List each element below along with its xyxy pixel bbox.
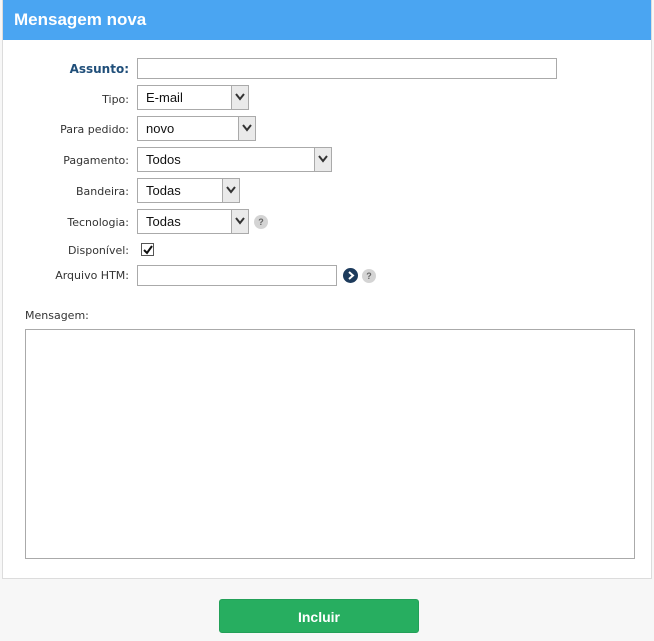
chevron-down-icon[interactable]: [231, 86, 248, 109]
help-icon[interactable]: ?: [254, 215, 268, 229]
panel-title: Mensagem nova: [3, 0, 651, 40]
chevron-down-icon[interactable]: [222, 179, 239, 202]
pagamento-select[interactable]: Todos: [137, 147, 332, 172]
tecnologia-value: Todas: [146, 214, 181, 229]
arquivo-htm-input[interactable]: [137, 265, 337, 286]
assunto-input[interactable]: [137, 58, 557, 79]
tecnologia-label: Tecnologia:: [67, 216, 129, 229]
bandeira-value: Todas: [146, 183, 181, 198]
help-icon[interactable]: ?: [362, 269, 376, 283]
checkmark-icon: [143, 245, 153, 255]
incluir-button[interactable]: Incluir: [219, 599, 419, 633]
tipo-select[interactable]: E-mail: [137, 85, 249, 110]
para-pedido-select[interactable]: novo: [137, 116, 256, 141]
pagamento-value: Todos: [146, 152, 181, 167]
mensagem-label: Mensagem:: [25, 309, 89, 322]
disponivel-checkbox[interactable]: [141, 243, 154, 256]
tipo-value: E-mail: [146, 90, 183, 105]
para-pedido-label: Para pedido:: [60, 123, 129, 136]
chevron-down-icon[interactable]: [238, 117, 255, 140]
bandeira-label: Bandeira:: [75, 185, 129, 198]
tecnologia-select[interactable]: Todas: [137, 209, 249, 234]
disponivel-label: Disponível:: [67, 244, 129, 257]
bandeira-select[interactable]: Todas: [137, 178, 240, 203]
tipo-label: Tipo:: [102, 93, 129, 106]
chevron-down-icon[interactable]: [231, 210, 248, 233]
go-arrow-icon[interactable]: [343, 268, 358, 283]
arquivo-htm-label: Arquivo HTM:: [55, 269, 129, 282]
pagamento-label: Pagamento:: [63, 154, 129, 167]
mensagem-textarea[interactable]: [25, 329, 635, 559]
para-pedido-value: novo: [146, 121, 175, 136]
chevron-down-icon[interactable]: [314, 148, 331, 171]
message-panel: Mensagem nova Assunto: Tipo: E-mail Para…: [2, 0, 652, 579]
assunto-label: Assunto:: [69, 62, 129, 76]
